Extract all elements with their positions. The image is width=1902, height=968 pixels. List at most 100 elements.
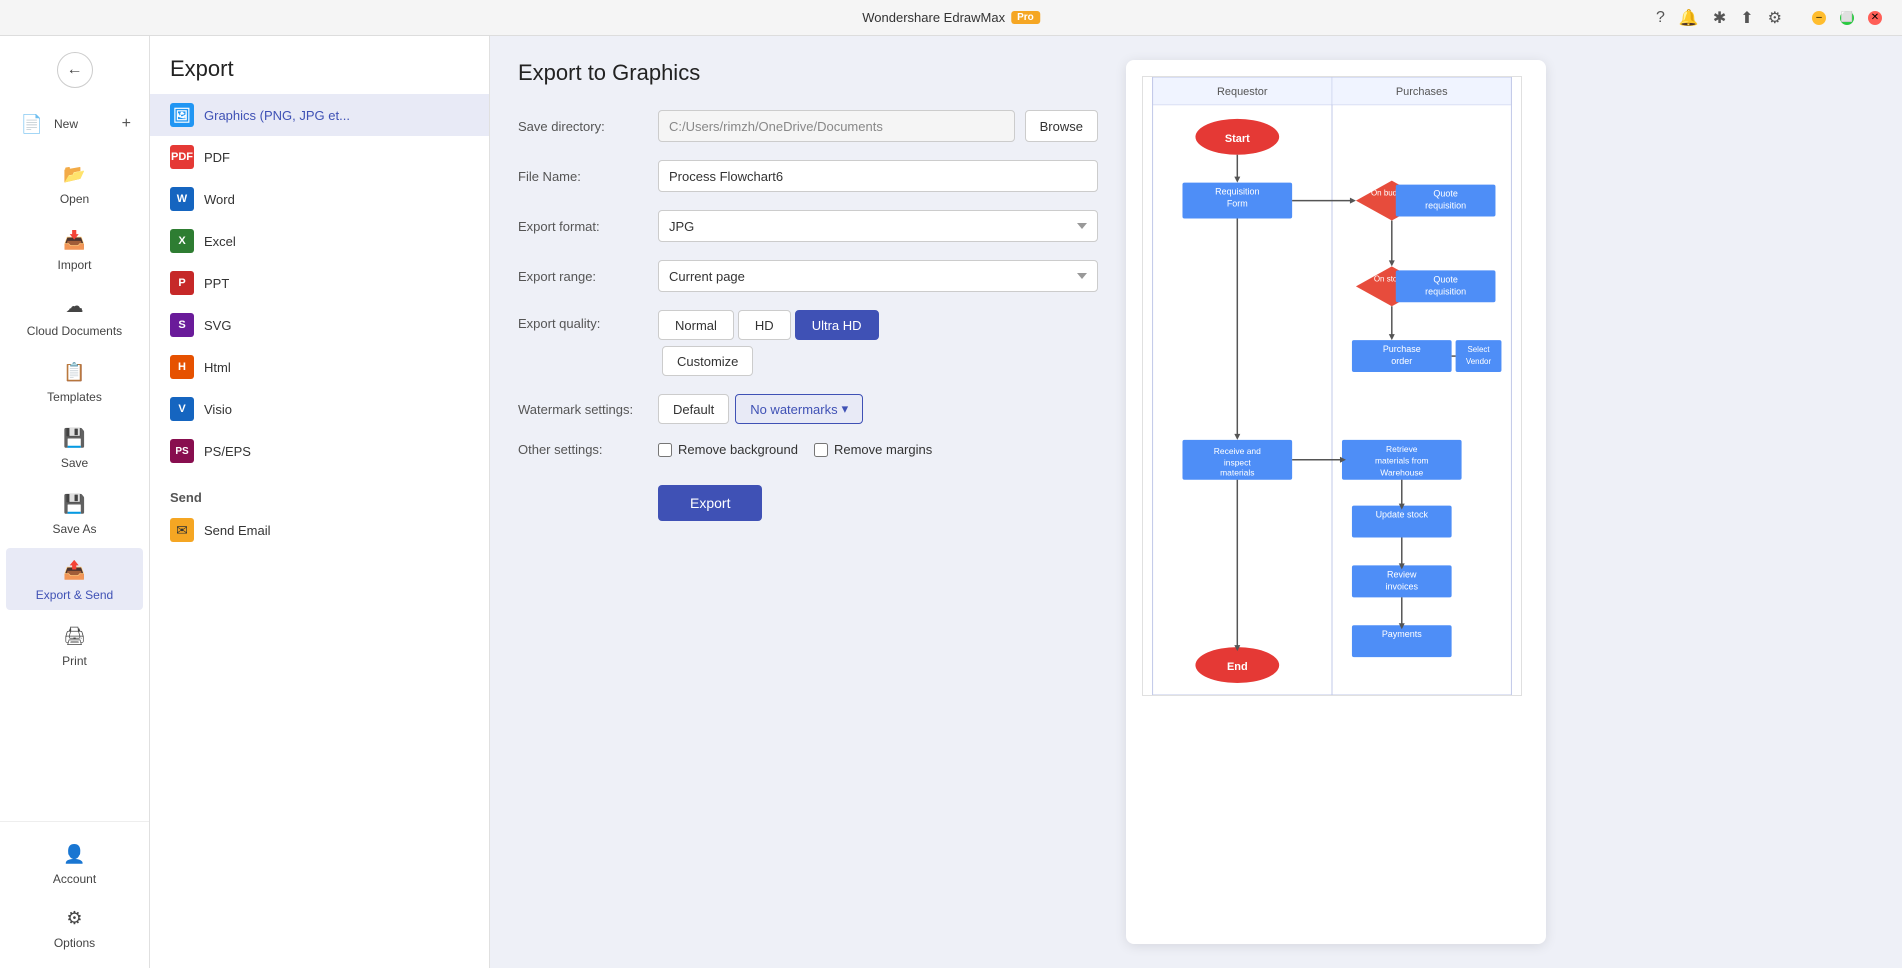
export-quality-label: Export quality: (518, 310, 648, 331)
export-item-graphics[interactable]: 🖼 Graphics (PNG, JPG et... (150, 94, 489, 136)
send-email-item[interactable]: ✉ Send Email (150, 509, 489, 551)
cloud-icon: ☁ (61, 292, 89, 320)
export-item-html[interactable]: H Html (150, 346, 489, 388)
svg-text:materials: materials (1220, 468, 1254, 478)
export-button[interactable]: Export (658, 485, 762, 521)
export-item-word-label: Word (204, 192, 235, 207)
svg-text:inspect: inspect (1224, 458, 1251, 468)
export-formats-list: 🖼 Graphics (PNG, JPG et... PDF PDF W Wor… (150, 94, 489, 472)
svg-text:Requisition: Requisition (1215, 187, 1259, 197)
svg-text:End: End (1227, 661, 1248, 673)
sidebar-item-account[interactable]: 👤 Account (6, 832, 143, 894)
browse-button[interactable]: Browse (1025, 110, 1098, 142)
help-icon[interactable]: ? (1656, 9, 1665, 27)
quality-hd-button[interactable]: HD (738, 310, 791, 340)
export-item-ppt[interactable]: P PPT (150, 262, 489, 304)
sidebar-account-label: Account (53, 872, 96, 886)
file-name-input[interactable] (658, 160, 1098, 192)
app-name: Wondershare EdrawMax (862, 10, 1005, 25)
export-item-word[interactable]: W Word (150, 178, 489, 220)
export-form-title: Export to Graphics (518, 60, 1098, 86)
notification-icon[interactable]: 🔔 (1679, 8, 1699, 28)
sidebar-item-print[interactable]: 🖨 Print (6, 614, 143, 676)
maximize-button[interactable]: ⬜ (1840, 11, 1854, 25)
save-directory-input[interactable] (658, 110, 1015, 142)
svg-text:Retrieve: Retrieve (1386, 444, 1418, 454)
svg-icon: S (170, 313, 194, 337)
sidebar-save-label: Save (61, 456, 88, 470)
sidebar-item-new[interactable]: 📄 New + (6, 100, 143, 148)
ps-icon: PS (170, 439, 194, 463)
remove-background-input[interactable] (658, 443, 672, 457)
export-format-select[interactable]: JPG PNG BMP SVG TIFF (658, 210, 1098, 242)
quality-ultra-hd-button[interactable]: Ultra HD (795, 310, 879, 340)
send-section: Send ✉ Send Email (150, 482, 489, 551)
saveas-icon: 💾 (61, 490, 89, 518)
watermark-group: Default No watermarks ▾ (658, 394, 863, 424)
export-button-row: Export (518, 475, 1098, 521)
options-icon: ⚙ (61, 904, 89, 932)
quality-normal-button[interactable]: Normal (658, 310, 734, 340)
other-settings-label: Other settings: (518, 442, 648, 457)
svg-text:Requestor: Requestor (1217, 86, 1268, 98)
export-item-svg[interactable]: S SVG (150, 304, 489, 346)
templates-icon: 📋 (61, 358, 89, 386)
email-icon: ✉ (170, 518, 194, 542)
visio-icon: V (170, 397, 194, 421)
html-icon: H (170, 355, 194, 379)
export-item-visio[interactable]: V Visio (150, 388, 489, 430)
send-email-label: Send Email (204, 523, 270, 538)
account-icon: 👤 (61, 840, 89, 868)
sidebar-item-cloud[interactable]: ☁ Cloud Documents (6, 284, 143, 346)
sidebar-cloud-label: Cloud Documents (27, 324, 122, 338)
open-icon: 📂 (61, 160, 89, 188)
minimize-button[interactable]: – (1812, 11, 1826, 25)
sidebar-item-options[interactable]: ⚙ Options (6, 896, 143, 958)
svg-text:Form: Form (1227, 199, 1248, 209)
svg-text:Purchase: Purchase (1383, 344, 1421, 354)
sidebar-item-saveas[interactable]: 💾 Save As (6, 482, 143, 544)
print-icon: 🖨 (61, 622, 89, 650)
send-label: Send (150, 482, 489, 509)
back-button[interactable]: ← (57, 52, 93, 88)
share-icon[interactable]: ⬆ (1740, 8, 1753, 28)
svg-text:Receive and: Receive and (1214, 446, 1261, 456)
export-item-ps[interactable]: PS PS/EPS (150, 430, 489, 472)
save-directory-label: Save directory: (518, 119, 648, 134)
remove-background-checkbox[interactable]: Remove background (658, 442, 798, 457)
watermark-default-button[interactable]: Default (658, 394, 729, 424)
sidebar-item-save[interactable]: 💾 Save (6, 416, 143, 478)
export-item-excel[interactable]: X Excel (150, 220, 489, 262)
tools-icon[interactable]: ✱ (1713, 8, 1726, 28)
other-settings-row: Other settings: Remove background Remove… (518, 442, 1098, 457)
word-icon: W (170, 187, 194, 211)
export-item-pdf[interactable]: PDF PDF (150, 136, 489, 178)
settings-icon[interactable]: ⚙ (1768, 8, 1782, 28)
customize-button[interactable]: Customize (662, 346, 753, 376)
close-button[interactable]: ✕ (1868, 11, 1882, 25)
svg-text:Payments: Payments (1382, 629, 1422, 639)
sidebar-item-open[interactable]: 📂 Open (6, 152, 143, 214)
sidebar-item-templates[interactable]: 📋 Templates (6, 350, 143, 412)
svg-text:requisition: requisition (1425, 286, 1466, 296)
new-icon: 📄 (18, 110, 46, 138)
png-icon: 🖼 (170, 103, 194, 127)
remove-margins-checkbox[interactable]: Remove margins (814, 442, 932, 457)
save-icon: 💾 (61, 424, 89, 452)
export-format-row: Export format: JPG PNG BMP SVG TIFF (518, 210, 1098, 242)
export-item-svg-label: SVG (204, 318, 231, 333)
export-range-select[interactable]: Current page All pages Selected objects (658, 260, 1098, 292)
export-item-pdf-label: PDF (204, 150, 230, 165)
remove-margins-input[interactable] (814, 443, 828, 457)
svg-text:Review: Review (1387, 569, 1417, 579)
watermark-no-watermarks-button[interactable]: No watermarks ▾ (735, 394, 863, 424)
file-name-row: File Name: (518, 160, 1098, 192)
other-settings-checkboxes: Remove background Remove margins (658, 442, 932, 457)
titlebar: Wondershare EdrawMax Pro ? 🔔 ✱ ⬆ ⚙ – ⬜ ✕ (0, 0, 1902, 36)
ppt-icon: P (170, 271, 194, 295)
export-item-ppt-label: PPT (204, 276, 229, 291)
remove-margins-label: Remove margins (834, 442, 932, 457)
sidebar-item-import[interactable]: 📥 Import (6, 218, 143, 280)
sidebar: ← 📄 New + 📂 Open 📥 Import ☁ Cloud Docume… (0, 36, 150, 968)
sidebar-item-export[interactable]: 📤 Export & Send (6, 548, 143, 610)
